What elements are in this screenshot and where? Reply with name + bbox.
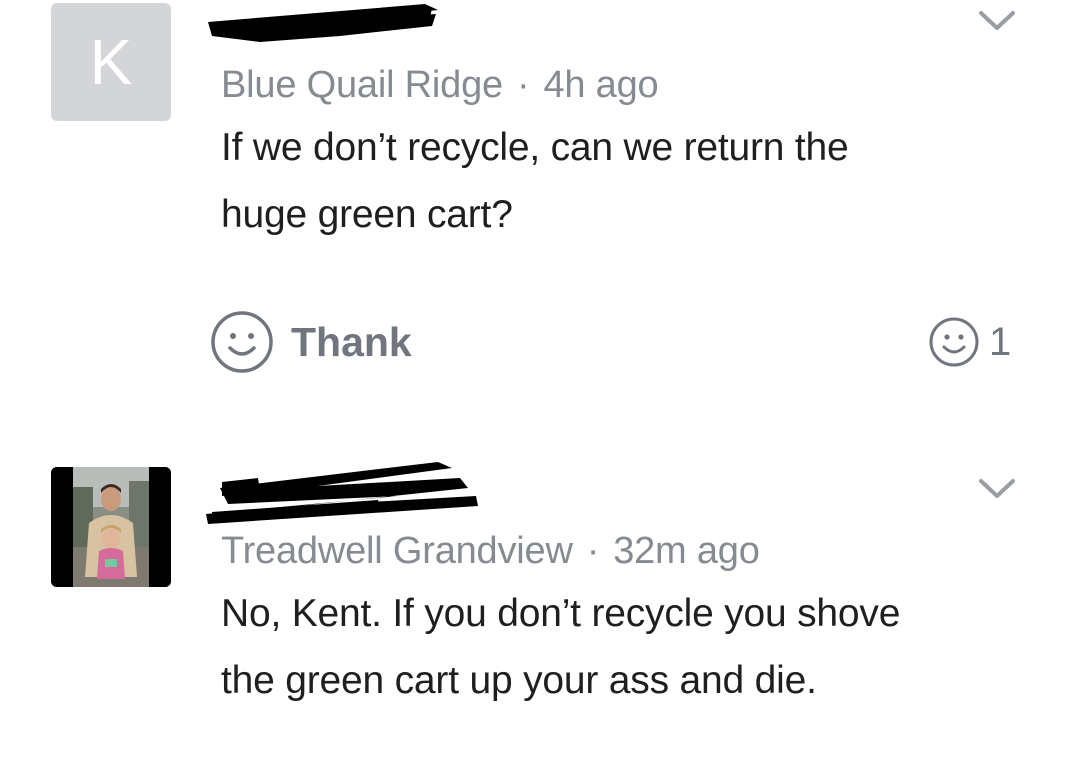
comment-body: No, Kent. If you don’t recycle you shove… [221, 592, 901, 702]
comment-item-2: Treadwell Grandview · 32m ago No, Kent. If… [0, 0, 1079, 779]
redacted-author-name [206, 462, 478, 524]
chevron-down-icon[interactable] [977, 476, 1017, 502]
timestamp: 32m ago [613, 530, 760, 572]
neighborhood-link[interactable]: Treadwell Grandview [221, 530, 573, 572]
post-meta: Treadwell Grandview · 32m ago [221, 530, 760, 573]
avatar[interactable] [51, 467, 171, 587]
profile-photo [51, 467, 171, 587]
meta-separator: · [586, 530, 600, 572]
